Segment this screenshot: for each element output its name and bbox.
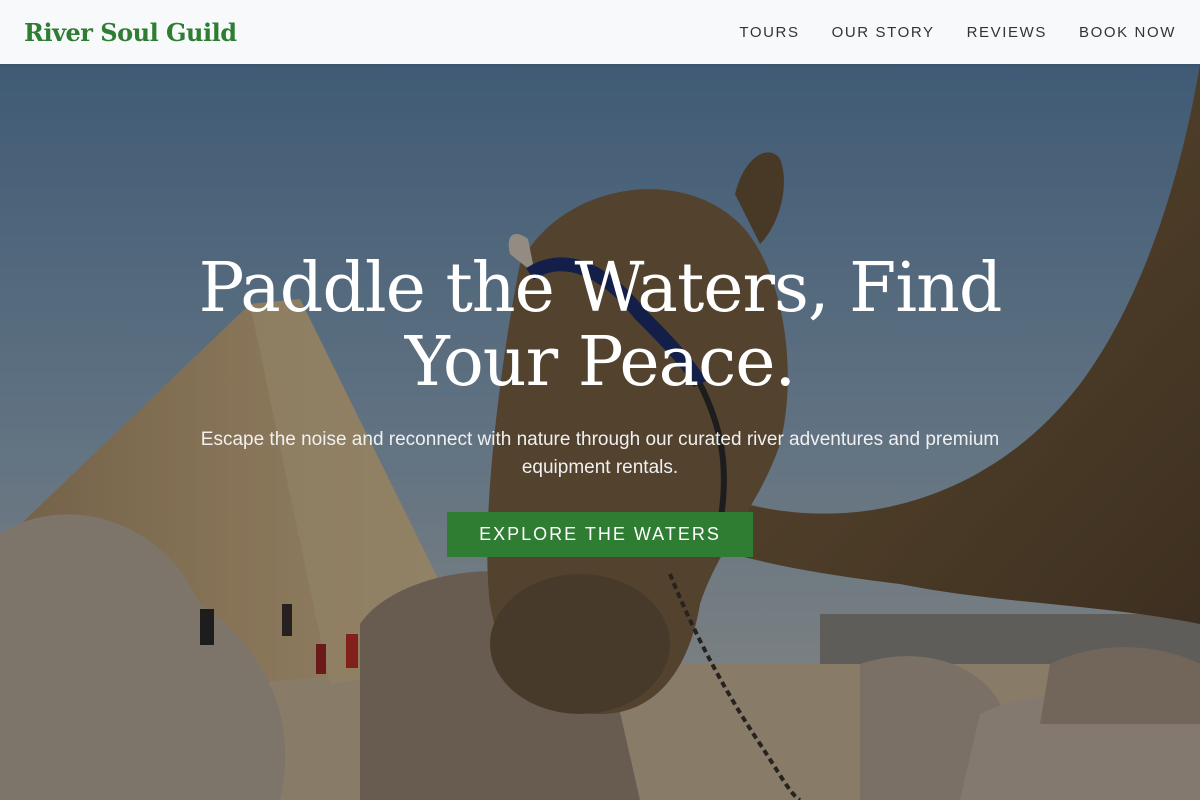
hero-subtitle: Escape the noise and reconnect with natu… <box>200 429 1000 478</box>
main-nav: TOURS OUR STORY REVIEWS BOOK NOW <box>739 24 1176 41</box>
brand-logo[interactable]: River Soul Guild <box>24 18 237 47</box>
hero-section: Paddle the Waters, Find Your Peace. Esca… <box>0 64 1200 800</box>
top-navbar: River Soul Guild TOURS OUR STORY REVIEWS… <box>0 0 1200 64</box>
nav-link-tours[interactable]: TOURS <box>739 24 799 41</box>
hero-content: Paddle the Waters, Find Your Peace. Esca… <box>0 64 1200 800</box>
explore-waters-button[interactable]: EXPLORE THE WATERS <box>447 512 753 557</box>
nav-link-reviews[interactable]: REVIEWS <box>967 24 1047 41</box>
nav-link-book-now[interactable]: BOOK NOW <box>1079 24 1176 41</box>
hero-title: Paddle the Waters, Find Your Peace. <box>198 249 1003 402</box>
nav-link-our-story[interactable]: OUR STORY <box>832 24 935 41</box>
